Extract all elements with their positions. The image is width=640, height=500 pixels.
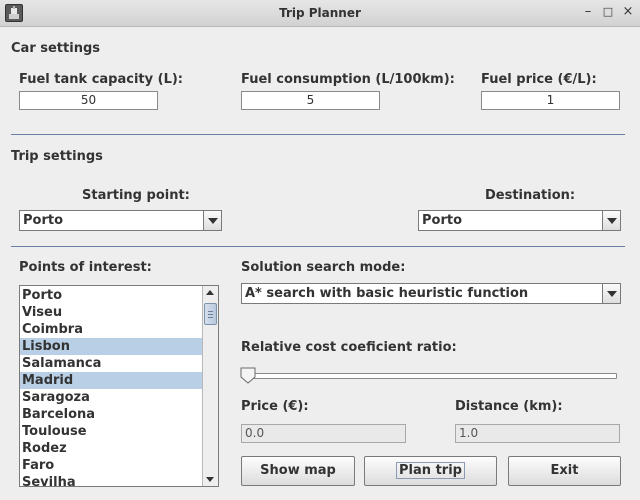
fuel-price-label: Fuel price (€/L): [481, 72, 597, 87]
chevron-down-icon[interactable] [602, 211, 620, 230]
trip-settings-heading: Trip settings [11, 149, 103, 164]
list-item[interactable]: Saragoza [20, 389, 203, 406]
cost-ratio-slider-thumb[interactable] [240, 367, 256, 384]
points-of-interest-list[interactable]: Porto Viseu Coimbra Lisbon Salamanca Madrid Sa… [19, 285, 219, 487]
car-settings-heading: Car settings [11, 41, 100, 56]
price-field: 0.0 [241, 424, 406, 443]
maximize-icon[interactable]: □ [600, 4, 616, 20]
list-item[interactable]: Coimbra [20, 321, 203, 338]
cost-ratio-label: Relative cost coeficient ratio: [241, 340, 457, 355]
cost-ratio-slider-track[interactable] [243, 373, 617, 379]
fuel-tank-field[interactable]: 50 [19, 91, 158, 110]
fuel-tank-label: Fuel tank capacity (L): [19, 72, 183, 87]
list-item[interactable]: Sevilha [20, 474, 203, 486]
separator [11, 246, 625, 247]
search-mode-select[interactable]: A* search with basic heuristic function [241, 283, 621, 304]
search-mode-label: Solution search mode: [241, 260, 406, 275]
minimize-icon[interactable]: – [580, 4, 596, 20]
scroll-down-icon[interactable] [203, 472, 218, 486]
list-item[interactable]: Madrid [20, 372, 203, 389]
show-map-button[interactable]: Show map [241, 456, 355, 486]
list-scrollbar[interactable] [202, 286, 218, 486]
chevron-down-icon[interactable] [602, 284, 620, 303]
destination-select[interactable]: Porto [418, 210, 621, 231]
distance-field: 1.0 [455, 424, 620, 443]
scrollbar-thumb[interactable] [204, 303, 217, 325]
window-title: Trip Planner [279, 6, 361, 20]
starting-point-value: Porto [23, 213, 64, 228]
fuel-price-field[interactable]: 1 [481, 91, 620, 110]
plan-trip-label: Plan trip [396, 462, 465, 479]
list-item[interactable]: Barcelona [20, 406, 203, 423]
list-item[interactable]: Porto [20, 287, 203, 304]
plan-trip-button[interactable]: Plan trip [364, 456, 497, 486]
destination-label: Destination: [485, 188, 576, 203]
fuel-consumption-label: Fuel consumption (L/100km): [241, 72, 455, 87]
starting-point-select[interactable]: Porto [19, 210, 222, 231]
search-mode-value: A* search with basic heuristic function [245, 286, 529, 301]
destination-value: Porto [422, 213, 463, 228]
close-icon[interactable]: × [620, 4, 636, 20]
exit-button[interactable]: Exit [508, 456, 621, 486]
title-bar[interactable]: Trip Planner – □ × [0, 0, 640, 27]
list-item[interactable]: Rodez [20, 440, 203, 457]
show-map-label: Show map [260, 463, 336, 478]
list-item[interactable]: Lisbon [20, 338, 203, 355]
trip-planner-window: Trip Planner – □ × Car settings Fuel tan… [0, 0, 640, 500]
chevron-down-icon[interactable] [203, 211, 221, 230]
fuel-consumption-field[interactable]: 5 [241, 91, 380, 110]
starting-point-label: Starting point: [82, 188, 190, 203]
points-of-interest-label: Points of interest: [19, 260, 152, 275]
scroll-up-icon[interactable] [203, 286, 218, 300]
list-item[interactable]: Faro [20, 457, 203, 474]
list-item[interactable]: Toulouse [20, 423, 203, 440]
separator [11, 134, 625, 135]
price-label: Price (€): [241, 399, 309, 414]
list-item[interactable]: Salamanca [20, 355, 203, 372]
exit-label: Exit [550, 463, 579, 478]
list-item[interactable]: Viseu [20, 304, 203, 321]
distance-label: Distance (km): [455, 399, 563, 414]
